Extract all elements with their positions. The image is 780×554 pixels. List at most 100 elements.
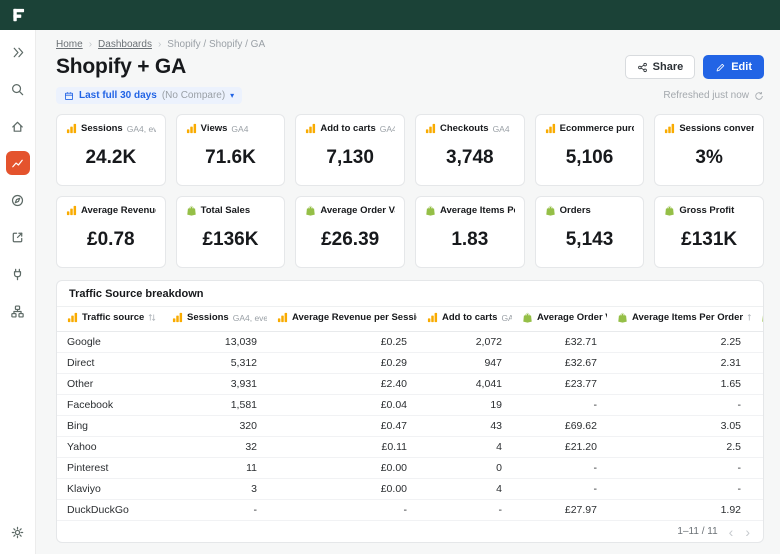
- sidebar-item-home[interactable]: [6, 114, 30, 138]
- kpi-value: 7,130: [305, 147, 395, 169]
- plug-icon: [10, 267, 25, 282]
- ga4-icon: [664, 123, 675, 134]
- table-header-row: Traffic sourceSessionsGA4, event basedAv…: [57, 307, 763, 332]
- ga4-icon: [277, 312, 288, 323]
- shopify-icon: [305, 205, 316, 216]
- kpi-card-orders[interactable]: Orders5,143: [535, 196, 645, 268]
- ga4-icon: [545, 123, 556, 134]
- value-cell: 0: [417, 458, 512, 479]
- pagination-next-button[interactable]: ›: [744, 527, 751, 537]
- kpi-card-total-sales[interactable]: Total Sales£136K: [176, 196, 286, 268]
- kpi-card-gross-profit[interactable]: Gross Profit£131K: [654, 196, 764, 268]
- table-row-bing[interactable]: Bing320£0.4743£69.623.05: [57, 416, 763, 437]
- sidebar-item-search[interactable]: [6, 77, 30, 101]
- value-cell: [751, 395, 763, 416]
- sidebar-item-settings[interactable]: [6, 520, 30, 544]
- kpi-label: Average Order Value: [320, 205, 395, 216]
- date-range-label: Last full 30 days: [79, 90, 157, 101]
- kpi-card-ecommerce-purchases[interactable]: Ecommerce purchases5,106: [535, 114, 645, 186]
- breadcrumb-item-1[interactable]: Home: [56, 39, 83, 50]
- shopify-icon: [617, 312, 628, 323]
- kpi-card-add-to-carts[interactable]: Add to cartsGA47,130: [295, 114, 405, 186]
- sidebar-item-workflows[interactable]: [6, 299, 30, 323]
- kpi-value: £0.78: [66, 229, 156, 251]
- value-cell: £23.77: [512, 374, 607, 395]
- ga4-icon: [427, 312, 438, 323]
- refresh-icon[interactable]: [754, 91, 764, 101]
- value-cell: 13,039: [162, 332, 267, 353]
- app-body: Home›Dashboards›Shopify / Shopify / GA S…: [0, 30, 780, 554]
- value-cell: £27.97: [512, 500, 607, 521]
- traffic-source-cell: Klaviyo: [57, 479, 162, 500]
- shopify-icon: [186, 205, 197, 216]
- sidebar-item-collapse[interactable]: [6, 40, 30, 64]
- column-header-traffic-source[interactable]: Traffic source: [57, 307, 162, 332]
- kpi-card-average-order-value[interactable]: Average Order Value £26.39: [295, 196, 405, 268]
- kpi-sublabel: GA4: [231, 124, 248, 134]
- pencil-icon: [715, 62, 726, 73]
- shopify-icon: [545, 205, 556, 216]
- breadcrumb-separator: ›: [89, 39, 92, 50]
- title-actions: Share Edit: [625, 55, 764, 79]
- value-cell: -: [512, 395, 607, 416]
- kpi-value: £26.39: [305, 229, 395, 251]
- column-header-average-order-value[interactable]: Average Order Value: [512, 307, 607, 332]
- table-row-yahoo[interactable]: Yahoo32£0.114£21.202.5: [57, 437, 763, 458]
- sidebar-item-shared[interactable]: [6, 225, 30, 249]
- breadcrumb-separator: ›: [158, 39, 161, 50]
- value-cell: 1.92: [607, 500, 751, 521]
- ga4-icon: [305, 123, 316, 134]
- table-row-pinterest[interactable]: Pinterest11£0.000--: [57, 458, 763, 479]
- traffic-source-cell: Facebook: [57, 395, 162, 416]
- kpi-label-row: CheckoutsGA4: [425, 123, 515, 134]
- kpi-card-average-revenue-per-session[interactable]: Average Revenue per S£0.78: [56, 196, 166, 268]
- column-header-add-to-carts[interactable]: Add to cartsGA4: [417, 307, 512, 332]
- brand-mark-icon: [10, 6, 28, 24]
- ga4-icon: [172, 312, 183, 323]
- value-cell: -: [607, 479, 751, 500]
- kpi-card-sessions-conversion-rate[interactable]: Sessions conversion ra 3%: [654, 114, 764, 186]
- kpi-card-checkouts[interactable]: CheckoutsGA43,748: [415, 114, 525, 186]
- kpi-value: 5,106: [545, 147, 635, 169]
- kpi-value: 3%: [664, 147, 754, 169]
- column-header-sessions[interactable]: SessionsGA4, event based: [162, 307, 267, 332]
- app-logo[interactable]: [10, 6, 28, 24]
- calendar-icon: [64, 91, 74, 101]
- date-range-filter[interactable]: Last full 30 days (No Compare) ▾: [56, 87, 242, 104]
- value-cell: £21.20: [512, 437, 607, 458]
- filter-row: Last full 30 days (No Compare) ▾ Refresh…: [56, 87, 764, 104]
- sidebar-item-explore[interactable]: [6, 188, 30, 212]
- table-row-klaviyo[interactable]: Klaviyo3£0.004--: [57, 479, 763, 500]
- column-sublabel: GA4: [501, 313, 512, 323]
- sidebar-item-dashboards[interactable]: [6, 151, 30, 175]
- value-cell: -: [607, 458, 751, 479]
- pagination-prev-button[interactable]: ‹: [728, 527, 735, 537]
- table-row-google[interactable]: Google13,039£0.252,072£32.712.25: [57, 332, 763, 353]
- table-row-duckduckgo[interactable]: DuckDuckGo---£27.971.92: [57, 500, 763, 521]
- kpi-card-views[interactable]: ViewsGA471.6K: [176, 114, 286, 186]
- column-header-average-items-per-order[interactable]: Average Items Per Order: [607, 307, 751, 332]
- sort-icon[interactable]: [747, 313, 751, 322]
- kpi-label: Sessions conversion ra: [679, 123, 754, 134]
- value-cell: 2,072: [417, 332, 512, 353]
- sidebar: [0, 30, 36, 554]
- column-header-average-revenue-per-session[interactable]: Average Revenue per SessionGA4: [267, 307, 417, 332]
- chevron-down-icon: ▾: [230, 91, 234, 100]
- edit-button[interactable]: Edit: [703, 55, 764, 79]
- kpi-card-sessions[interactable]: SessionsGA4, event bas24.2K: [56, 114, 166, 186]
- compass-icon: [10, 193, 25, 208]
- sidebar-item-integrations[interactable]: [6, 262, 30, 286]
- kpi-label-row: Average Order Value: [305, 205, 395, 216]
- edit-button-label: Edit: [731, 61, 752, 73]
- kpi-card-average-items-per-order[interactable]: Average Items Per Orde1.83: [415, 196, 525, 268]
- value-cell: £0.04: [267, 395, 417, 416]
- column-header-c-truncated[interactable]: C: [751, 307, 763, 332]
- table-row-facebook[interactable]: Facebook1,581£0.0419--: [57, 395, 763, 416]
- sort-icon[interactable]: [148, 313, 156, 322]
- share-button[interactable]: Share: [625, 55, 696, 79]
- breadcrumb-item-2[interactable]: Dashboards: [98, 39, 152, 50]
- value-cell: [751, 479, 763, 500]
- column-label: Traffic source: [82, 312, 144, 323]
- table-row-direct[interactable]: Direct5,312£0.29947£32.672.31: [57, 353, 763, 374]
- table-row-other[interactable]: Other3,931£2.404,041£23.771.65: [57, 374, 763, 395]
